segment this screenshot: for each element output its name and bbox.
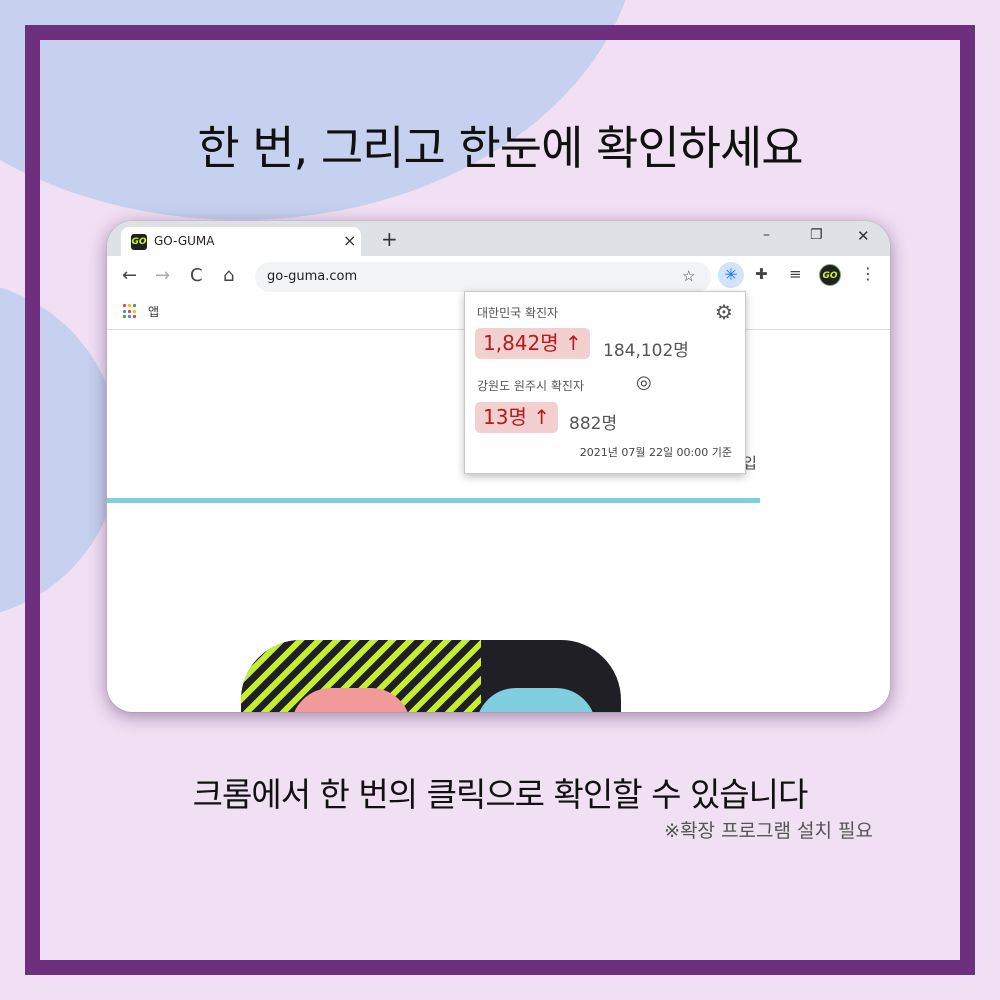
- reload-icon[interactable]: C: [190, 265, 203, 286]
- apps-label[interactable]: 앱: [148, 303, 159, 320]
- extensions-puzzle-icon[interactable]: ✚: [755, 265, 768, 283]
- logo-cyan-shape: [476, 688, 596, 712]
- profile-avatar[interactable]: GO: [819, 264, 841, 286]
- tab-title: GO-GUMA: [154, 234, 215, 248]
- tab-go-guma[interactable]: GO GO-GUMA ×: [121, 227, 361, 256]
- national-label: 대한민국 확진자: [477, 306, 559, 320]
- covid-extension-icon[interactable]: ✳: [718, 262, 744, 288]
- gear-icon[interactable]: ⚙: [715, 300, 733, 324]
- national-delta-badge: 1,842명 ↑: [475, 328, 590, 359]
- national-total: 184,102명: [603, 341, 689, 361]
- new-tab-icon[interactable]: +: [381, 227, 398, 251]
- back-icon[interactable]: ←: [122, 265, 137, 286]
- timestamp: 2021년 07월 22일 00:00 기준: [579, 446, 732, 459]
- headline: 한 번, 그리고 한눈에 확인하세요: [197, 121, 803, 175]
- regional-total: 882명: [569, 414, 618, 434]
- browser-window: GO GO-GUMA × + – ❐ ✕ ← → C ⌂ go-guma.com…: [107, 221, 890, 712]
- apps-grid-icon[interactable]: [123, 304, 138, 319]
- address-bar[interactable]: go-guma.com ☆: [255, 262, 711, 292]
- bookmark-star-icon[interactable]: ☆: [682, 267, 695, 285]
- background-blob: [0, 0, 640, 220]
- minimize-icon[interactable]: –: [763, 227, 770, 243]
- locate-icon[interactable]: ◎: [636, 372, 652, 393]
- subtitle: 크롬에서 한 번의 클릭으로 확인할 수 있습니다: [192, 775, 809, 814]
- close-tab-icon[interactable]: ×: [343, 231, 356, 250]
- go-guma-logo: [241, 640, 621, 712]
- forward-icon[interactable]: →: [155, 265, 170, 286]
- divider-line: [107, 498, 760, 503]
- regional-delta-badge: 13명 ↑: [475, 402, 558, 433]
- menu-kebab-icon[interactable]: ⋮: [860, 264, 876, 283]
- regional-label: 강원도 원주시 확진자: [477, 379, 584, 393]
- install-note: ※확장 프로그램 설치 필요: [664, 820, 873, 842]
- browser-toolbar: ← → C ⌂ go-guma.com ☆ ✳ ✚ ≡ GO ⋮: [107, 256, 890, 296]
- promo-frame: 한 번, 그리고 한눈에 확인하세요 GO GO-GUMA × + – ❐ ✕ …: [0, 0, 1000, 1000]
- restore-icon[interactable]: ❐: [810, 227, 823, 243]
- tab-strip: GO GO-GUMA × + – ❐ ✕: [107, 221, 890, 256]
- close-window-icon[interactable]: ✕: [857, 227, 870, 245]
- background-blob: [0, 280, 120, 620]
- home-icon[interactable]: ⌂: [223, 265, 234, 286]
- url-text[interactable]: go-guma.com: [267, 269, 357, 284]
- favicon-icon: GO: [131, 234, 147, 250]
- media-control-icon[interactable]: ≡: [789, 265, 802, 283]
- extension-popup: 대한민국 확진자 ⚙ 1,842명 ↑ 184,102명 강원도 원주시 확진자…: [464, 291, 746, 474]
